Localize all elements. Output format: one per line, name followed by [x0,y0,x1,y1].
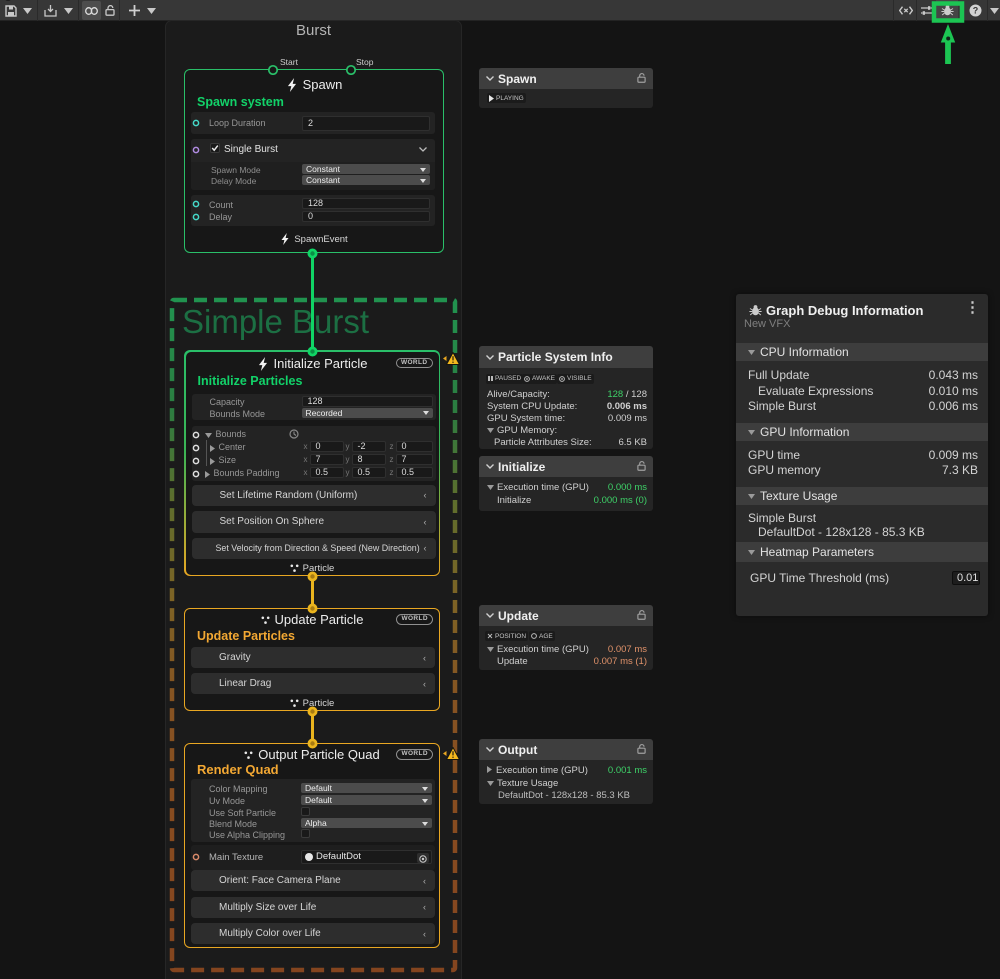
svg-text:?: ? [972,6,978,16]
